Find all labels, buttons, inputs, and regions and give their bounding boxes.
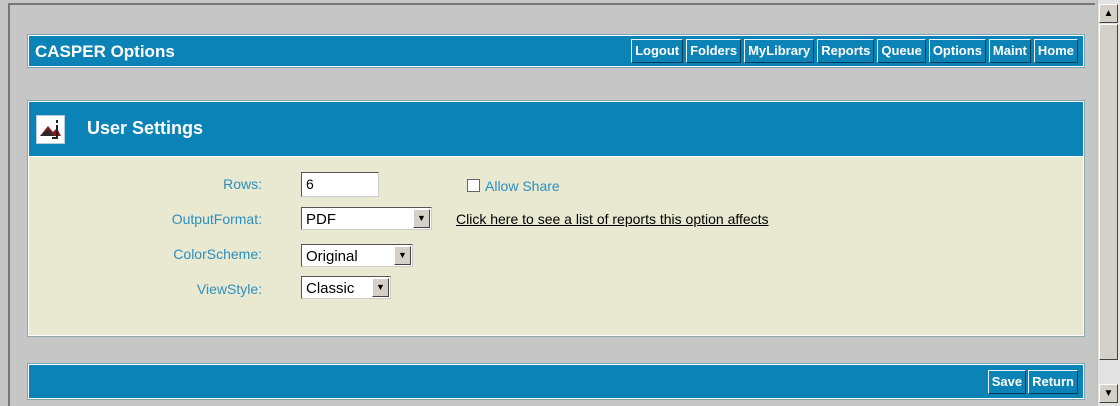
return-button[interactable]: Return [1028, 370, 1078, 394]
allow-share-label: Allow Share [485, 178, 560, 194]
reports-button[interactable]: Reports [817, 39, 875, 63]
color-scheme-label: ColorScheme: [173, 246, 262, 262]
view-style-label: ViewStyle: [196, 281, 262, 297]
rows-label: Rows: [223, 176, 262, 192]
save-button[interactable]: Save [987, 370, 1027, 394]
scroll-down-icon[interactable]: ▼ [1099, 384, 1118, 403]
scrollbar-thumb[interactable] [1099, 24, 1118, 360]
casper-logo-icon [36, 115, 65, 144]
color-scheme-value: Original [306, 248, 358, 265]
panel-header: User Settings [29, 102, 1083, 157]
bottom-action-bar: Save Return [27, 363, 1085, 400]
folders-button[interactable]: Folders [686, 39, 742, 63]
color-scheme-select[interactable]: Original ▼ [301, 244, 413, 267]
chevron-down-icon: ▼ [372, 278, 389, 297]
logout-button[interactable]: Logout [631, 39, 684, 63]
home-button[interactable]: Home [1033, 39, 1078, 63]
maint-button[interactable]: Maint [988, 39, 1031, 63]
panel-title: User Settings [87, 118, 204, 138]
action-buttons: Save Return [987, 370, 1078, 394]
view-style-value: Classic [306, 280, 355, 297]
chevron-down-icon: ▼ [394, 246, 411, 265]
mylibrary-button[interactable]: MyLibrary [744, 39, 815, 63]
rows-input[interactable]: 6 [301, 172, 379, 197]
scroll-up-icon[interactable]: ▲ [1099, 4, 1118, 23]
output-format-value: PDF [306, 211, 336, 228]
nav-buttons: Logout Folders MyLibrary Reports Queue O… [631, 39, 1078, 63]
options-button[interactable]: Options [928, 39, 986, 63]
chevron-down-icon: ▼ [413, 209, 430, 228]
options-link[interactable]: Click here to see a list of reports this… [456, 211, 769, 227]
user-settings-panel: User Settings Rows: 6 Allow Share Output… [27, 100, 1085, 337]
allow-share-checkbox[interactable] [467, 179, 480, 192]
output-format-select[interactable]: PDF ▼ [301, 207, 432, 230]
queue-button[interactable]: Queue [877, 39, 926, 63]
top-navigation-bar: CASPER Options Logout Folders MyLibrary … [27, 34, 1085, 68]
output-format-label: OutputFormat: [171, 211, 262, 227]
page-title: CASPER Options [35, 42, 175, 61]
view-style-select[interactable]: Classic ▼ [301, 276, 391, 299]
